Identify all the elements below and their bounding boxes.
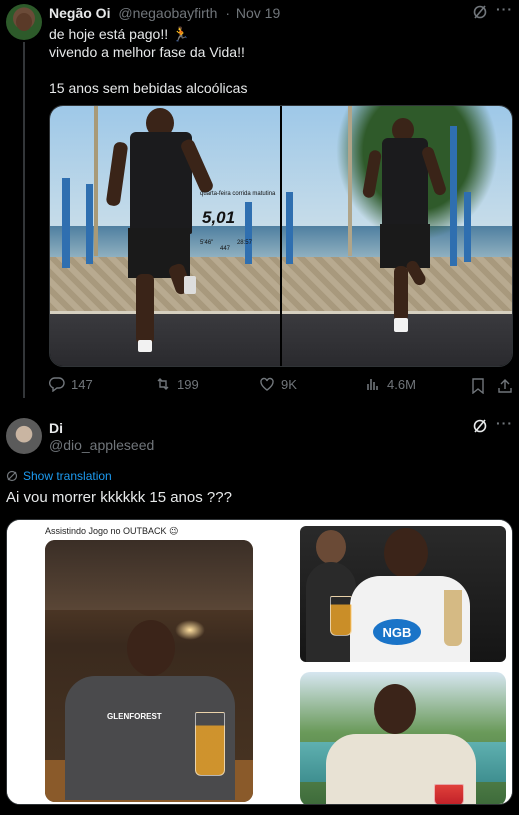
reply-button[interactable]: 147 [49,376,93,392]
bookmark-icon[interactable] [471,378,485,394]
photo-outback[interactable]: Assistindo Jogo no OUTBACK 😉 GLENFOREST [7,520,260,804]
activity-pace: 5'46" [200,240,214,246]
thread-line [23,42,25,398]
like-count: 9K [281,376,297,392]
author-name[interactable]: Di [49,420,63,436]
views-icon [367,379,378,390]
repost-button[interactable]: 199 [155,376,199,392]
photo-caption: Assistindo Jogo no OUTBACK 😉 [45,526,179,536]
activity-elevation: 447 [220,246,231,252]
avatar[interactable] [6,4,42,40]
like-icon [260,377,274,391]
photo-garden[interactable] [262,664,512,804]
more-icon[interactable]: ··· [496,415,513,431]
reply-count: 147 [71,376,93,392]
grok-icon[interactable] [472,418,488,434]
activity-stats: 5'46" 28:57 447 [200,240,280,252]
photo-party[interactable]: NGB [262,520,512,662]
shirt-logo: NGB [373,619,421,645]
repost-icon [157,378,169,390]
views-count: 4.6M [387,376,416,392]
action-bar: 147 199 9K 4.6M [49,376,513,396]
activity-distance: 5,01 [202,208,236,227]
like-button[interactable]: 9K [259,376,297,392]
author-name[interactable]: Negão Oi [49,5,110,21]
separator: · [225,5,230,21]
more-icon[interactable]: ··· [496,1,513,17]
tweet-text: de hoje está pago!! 🏃 vivendo a melhor f… [49,26,248,96]
grok-icon[interactable] [472,4,488,20]
tweet-date[interactable]: Nov 19 [236,5,280,21]
photo-left[interactable]: quarta-feira corrida matutina 5,01 5'46"… [50,106,280,366]
photo-right[interactable] [282,106,512,366]
repost-count: 199 [177,376,199,392]
show-translation-link[interactable]: Show translation [6,469,112,483]
translate-label: Show translation [23,469,112,483]
tweet-2[interactable]: Di @dio_appleseed ··· Show translation A… [0,408,519,815]
reply-icon [49,377,65,392]
views-button[interactable]: 4.6M [365,376,416,392]
tweet-text: Ai vou morrer kkkkkk 15 anos ??? [6,489,232,506]
share-icon[interactable] [497,378,513,394]
shirt-text: GLENFOREST [107,712,162,721]
tweet-1[interactable]: Negão Oi @negaobayfirth · Nov 19 ··· de … [0,0,519,408]
tweet-media[interactable]: quarta-feira corrida matutina 5,01 5'46"… [49,105,513,367]
translate-icon [6,470,18,482]
avatar[interactable] [6,418,42,454]
activity-time: 28:57 [236,240,252,246]
tweet-media[interactable]: Assistindo Jogo no OUTBACK 😉 GLENFOREST [6,519,513,805]
author-handle[interactable]: @negaobayfirth [118,5,217,21]
tweet-header: Negão Oi @negaobayfirth · Nov 19 [49,5,280,21]
activity-label: quarta-feira corrida matutina [200,191,276,197]
author-handle[interactable]: @dio_appleseed [49,437,154,453]
